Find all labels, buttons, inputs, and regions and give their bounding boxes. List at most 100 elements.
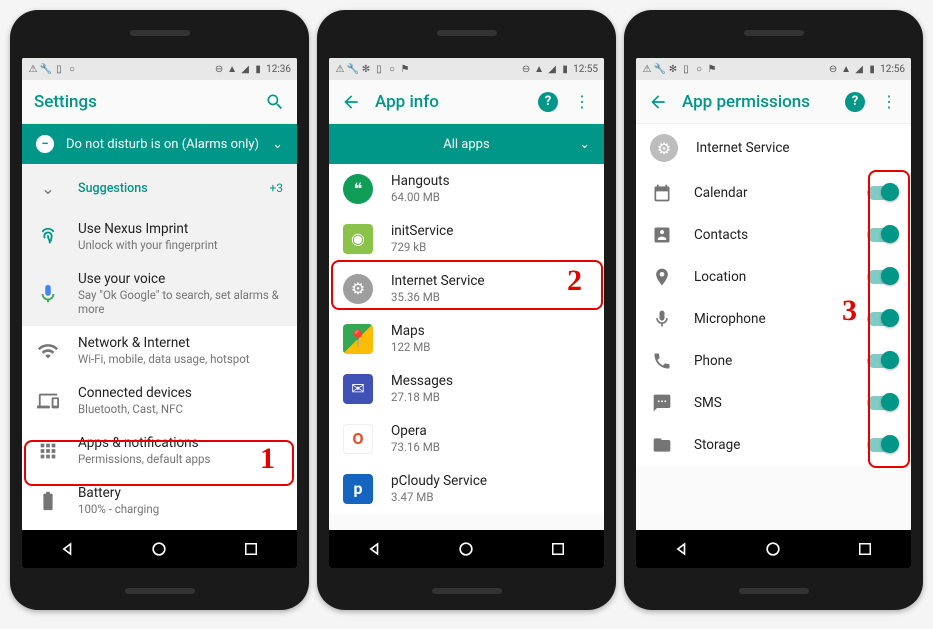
phone-status-icon: ▯ (54, 64, 64, 74)
app-row-initservice[interactable]: ◉ initService729 kB (329, 214, 604, 264)
toolbar: App info ? ⋮ (329, 80, 604, 124)
settings-item-connected[interactable]: Connected devices Bluetooth, Cast, NFC (22, 376, 297, 426)
perm-label: Phone (694, 353, 845, 369)
perm-toggle[interactable] (867, 312, 897, 326)
gear-icon: ✻ (668, 64, 678, 74)
recents-button[interactable] (240, 538, 262, 560)
dnd-icon: ⊖ (214, 64, 224, 74)
phone-frame-3: ⚠ 🔧 ✻ ▯ ○ ⚑ ⊖ ▲ ◢ ▮ 12:56 App permission… (624, 10, 923, 610)
search-icon[interactable] (265, 92, 285, 112)
row-title: Use your voice (78, 271, 283, 287)
all-apps-dropdown[interactable]: All apps ⌄ (329, 124, 604, 164)
chevron-down-icon: ⌄ (579, 137, 590, 152)
suggestion-nexus-imprint[interactable]: Use Nexus Imprint Unlock with your finge… (22, 212, 297, 262)
nav-bar (22, 530, 297, 568)
perm-toggle[interactable] (867, 396, 897, 410)
phone-frame-1: ⚠ 🔧 ▯ ○ ⊖ ▲ ◢ ▮ 12:36 Settings − Do not … (10, 10, 309, 610)
back-button[interactable] (671, 538, 693, 560)
home-button[interactable] (762, 538, 784, 560)
wrench-icon: 🔧 (655, 64, 665, 74)
settings-item-apps[interactable]: Apps & notifications Permissions, defaul… (22, 426, 297, 476)
settings-item-network[interactable]: Network & Internet Wi-Fi, mobile, data u… (22, 326, 297, 376)
dnd-banner-icon: − (36, 135, 54, 153)
app-row-opera[interactable]: O Opera73.16 MB (329, 414, 604, 464)
perm-sms: SMS (636, 382, 911, 424)
page-title: Settings (34, 92, 251, 112)
app-row-messages[interactable]: ✉ Messages27.18 MB (329, 364, 604, 414)
back-arrow-icon[interactable] (341, 92, 361, 112)
recents-button[interactable] (547, 538, 569, 560)
warning-icon: ⚠ (335, 64, 345, 74)
row-sub: Wi-Fi, mobile, data usage, hotspot (78, 353, 283, 367)
row-title: Battery (78, 485, 283, 501)
perm-location: Location (636, 256, 911, 298)
dnd-icon: ⊖ (828, 64, 838, 74)
app-row-pcloudy[interactable]: p pCloudy Service3.47 MB (329, 464, 604, 514)
back-arrow-icon[interactable] (648, 92, 668, 112)
app-row-maps[interactable]: 📍 Maps122 MB (329, 314, 604, 364)
fingerprint-icon (36, 225, 60, 249)
suggestion-voice[interactable]: Use your voice Say "Ok Google" to search… (22, 262, 297, 326)
perm-microphone: Microphone (636, 298, 911, 340)
perm-label: Contacts (694, 227, 845, 243)
perm-toggle[interactable] (867, 270, 897, 284)
suggestions-label: Suggestions (78, 181, 251, 196)
page-title: App info (375, 92, 524, 112)
row-title: Apps & notifications (78, 435, 283, 451)
suggestions-header[interactable]: ⌄ Suggestions +3 (22, 164, 297, 212)
perm-label: Storage (694, 437, 845, 453)
signal-icon: ◢ (547, 64, 557, 74)
row-sub: Say "Ok Google" to search, set alarms & … (78, 289, 283, 317)
recents-button[interactable] (854, 538, 876, 560)
app-header-name: Internet Service (696, 140, 790, 156)
help-icon[interactable]: ? (845, 92, 865, 112)
phone-icon (652, 351, 672, 371)
home-button[interactable] (455, 538, 477, 560)
settings-item-battery[interactable]: Battery 100% - charging (22, 476, 297, 526)
overflow-icon[interactable]: ⋮ (572, 92, 592, 112)
warning-icon: ⚠ (28, 64, 38, 74)
wrench-icon: 🔧 (348, 64, 358, 74)
perm-phone: Phone (636, 340, 911, 382)
help-icon[interactable]: ? (538, 92, 558, 112)
app-icon: ⚙ (343, 274, 373, 304)
mic-icon (36, 282, 60, 306)
home-button[interactable] (148, 538, 170, 560)
back-button[interactable] (364, 538, 386, 560)
dnd-banner[interactable]: − Do not disturb is on (Alarms only) ⌄ (22, 124, 297, 164)
devices-icon (36, 389, 60, 413)
apps-icon (36, 439, 60, 463)
row-sub: Permissions, default apps (78, 453, 283, 467)
mic-icon (652, 309, 672, 329)
app-row-internet-service[interactable]: ⚙ Internet Service35.36 MB (329, 264, 604, 314)
chevron-down-icon: ⌄ (272, 137, 283, 152)
overflow-icon[interactable]: ⋮ (879, 92, 899, 112)
dnd-icon: ⊖ (521, 64, 531, 74)
row-title: Use Nexus Imprint (78, 221, 283, 237)
flag-icon: ⚑ (707, 64, 717, 74)
perm-toggle[interactable] (867, 438, 897, 452)
perm-toggle[interactable] (867, 186, 897, 200)
phone-frame-2: ⚠ 🔧 ✻ ▯ ○ ⚑ ⊖ ▲ ◢ ▮ 12:55 App info ? ⋮ A… (317, 10, 616, 610)
perm-toggle[interactable] (867, 354, 897, 368)
wrench-icon: 🔧 (41, 64, 51, 74)
wifi-icon: ▲ (841, 64, 851, 74)
settings-item-display[interactable]: Display Wallpaper, sleep, font size (22, 526, 297, 530)
perm-storage: Storage (636, 424, 911, 466)
battery-icon (36, 489, 60, 513)
clock: 12:55 (573, 64, 598, 75)
wifi-icon: ▲ (534, 64, 544, 74)
page-title: App permissions (682, 92, 831, 112)
battery-icon: ▮ (253, 64, 263, 74)
app-icon: p (343, 474, 373, 504)
sms-icon (652, 393, 672, 413)
back-button[interactable] (57, 538, 79, 560)
perm-calendar: Calendar (636, 172, 911, 214)
perm-label: Microphone (694, 311, 845, 327)
app-icon: ✉ (343, 374, 373, 404)
app-row-hangouts[interactable]: ❝ Hangouts64.00 MB (329, 164, 604, 214)
app-icon: ◉ (343, 224, 373, 254)
row-sub: 100% - charging (78, 503, 283, 517)
chevron-down-icon: ⌄ (36, 176, 60, 200)
perm-toggle[interactable] (867, 228, 897, 242)
